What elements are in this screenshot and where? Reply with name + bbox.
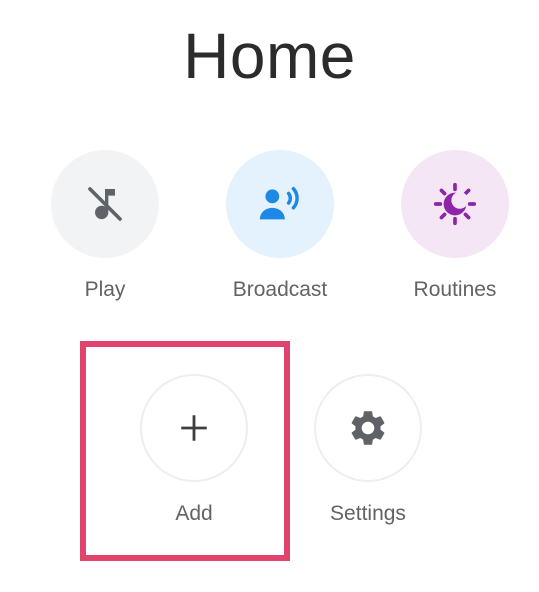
settings-button[interactable]	[314, 374, 422, 482]
routines-action[interactable]: Routines	[385, 150, 525, 302]
broadcast-button[interactable]	[226, 150, 334, 258]
settings-action[interactable]: Settings	[298, 374, 438, 526]
broadcast-label: Broadcast	[232, 278, 328, 301]
music-off-icon	[88, 187, 122, 221]
play-label: Play	[84, 278, 126, 301]
play-button[interactable]	[51, 150, 159, 258]
settings-label: Settings	[330, 502, 406, 525]
routines-label: Routines	[413, 278, 497, 301]
routines-button[interactable]	[401, 150, 509, 258]
broadcast-action[interactable]: Broadcast	[210, 150, 350, 302]
page-title: Home	[183, 20, 356, 92]
gear-icon	[351, 411, 385, 445]
broadcast-icon	[259, 186, 299, 220]
home-screen: Home Play Broadcast Routines Add Setting…	[0, 0, 539, 592]
routines-icon	[433, 182, 477, 226]
highlight-box	[80, 341, 290, 561]
play-action[interactable]: Play	[35, 150, 175, 302]
